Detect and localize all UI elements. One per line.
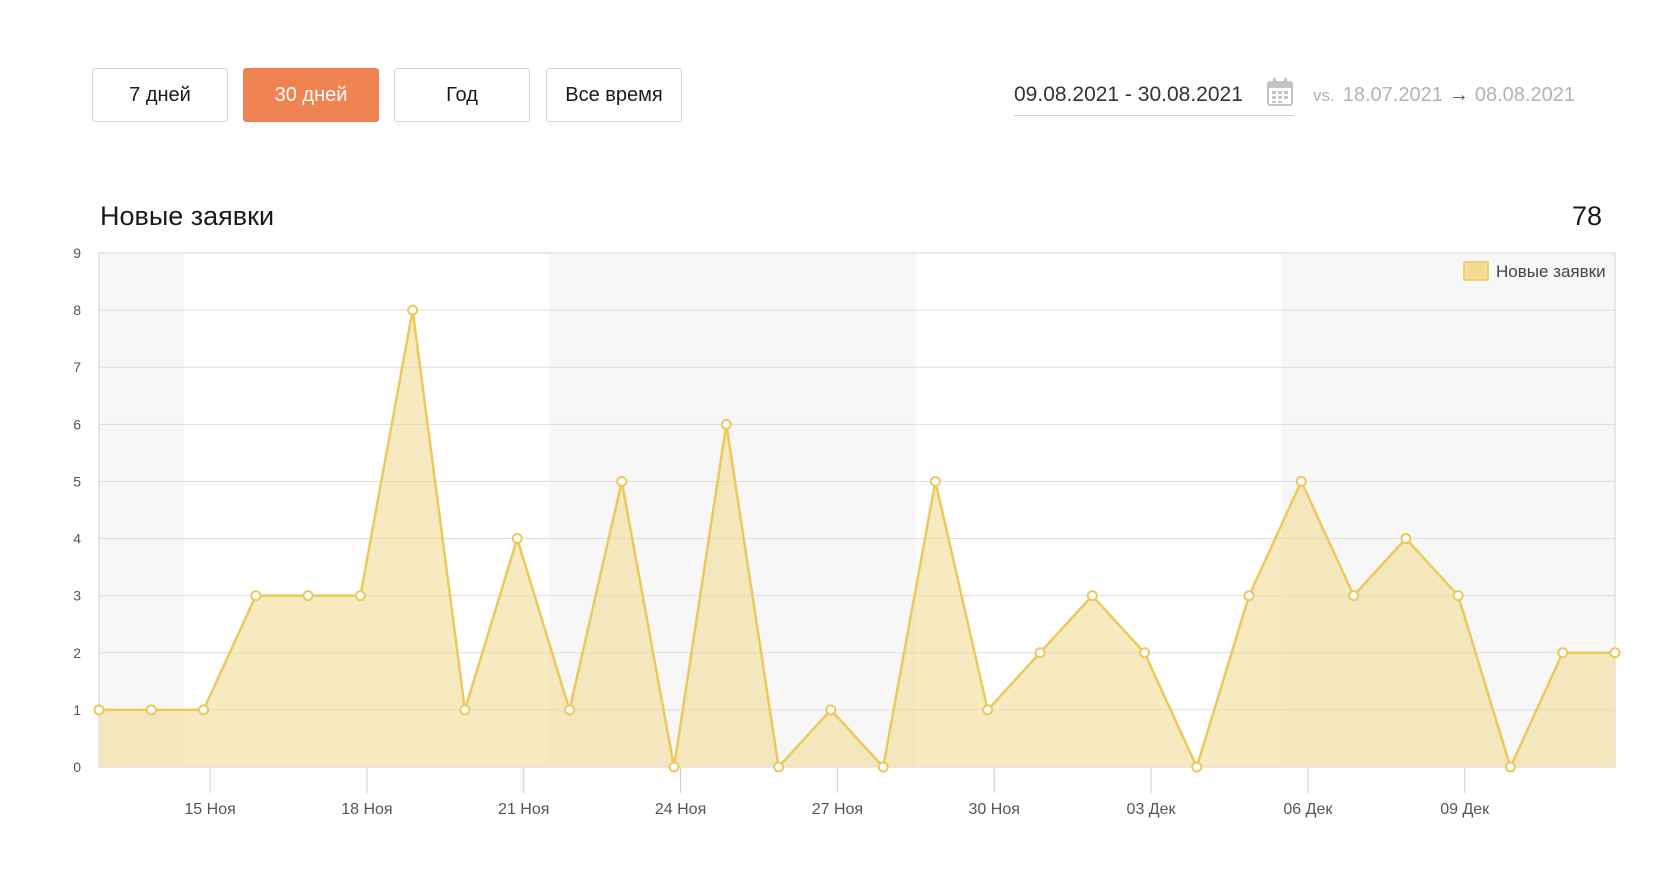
data-point xyxy=(1295,475,1307,487)
y-tick-label: 1 xyxy=(73,702,81,718)
y-tick-label: 9 xyxy=(73,245,81,261)
area-chart: 0 1 2 3 4 5 6 7 8 9 15 Ноя 18 Ноя 21 Ноя 24 Ноя 27 Ноя… xyxy=(73,245,1621,818)
x-tick-label: 15 Ноя xyxy=(184,801,235,818)
chart-band xyxy=(99,253,184,767)
data-point xyxy=(616,475,628,487)
data-point xyxy=(198,704,210,716)
x-tick-label: 03 Дек xyxy=(1127,801,1177,818)
data-point xyxy=(982,704,994,716)
y-tick-label: 6 xyxy=(73,416,81,432)
y-tick-label: 3 xyxy=(73,588,81,604)
y-tick-label: 7 xyxy=(73,359,81,375)
data-point xyxy=(563,704,575,716)
x-tick-label: 21 Ноя xyxy=(498,801,549,818)
x-tick-label: 18 Ноя xyxy=(341,801,392,818)
data-point xyxy=(1086,590,1098,602)
data-point xyxy=(354,590,366,602)
data-point xyxy=(825,704,837,716)
y-tick-label: 4 xyxy=(73,531,81,547)
legend-label: Новые заявки xyxy=(1496,262,1606,281)
data-point xyxy=(668,761,680,773)
x-tick-label: 30 Ноя xyxy=(969,801,1020,818)
y-tick-label: 8 xyxy=(73,302,81,318)
y-tick-label: 5 xyxy=(73,473,81,489)
data-point xyxy=(1191,761,1203,773)
x-tick-label: 06 Дек xyxy=(1283,801,1333,818)
x-tick-label: 09 Дек xyxy=(1440,801,1490,818)
data-point xyxy=(1504,761,1516,773)
data-point xyxy=(1557,647,1569,659)
y-tick-label: 2 xyxy=(73,645,81,661)
data-point xyxy=(1243,590,1255,602)
data-point xyxy=(1609,647,1621,659)
data-point xyxy=(877,761,889,773)
data-point xyxy=(1139,647,1151,659)
data-point xyxy=(1452,590,1464,602)
data-point xyxy=(302,590,314,602)
data-point xyxy=(459,704,471,716)
data-point xyxy=(1034,647,1046,659)
data-point xyxy=(1348,590,1360,602)
x-tick-label: 27 Ноя xyxy=(812,801,863,818)
data-point xyxy=(773,761,785,773)
y-tick-label: 0 xyxy=(73,759,81,775)
chart-legend: Новые заявки xyxy=(1463,261,1606,281)
legend-swatch xyxy=(1463,261,1489,281)
x-tick-label: 24 Ноя xyxy=(655,801,706,818)
data-point xyxy=(1400,533,1412,545)
data-point xyxy=(93,704,105,716)
data-point xyxy=(145,704,157,716)
data-point xyxy=(929,475,941,487)
data-point xyxy=(720,418,732,430)
data-point xyxy=(407,304,419,316)
data-point xyxy=(250,590,262,602)
data-point xyxy=(511,533,523,545)
